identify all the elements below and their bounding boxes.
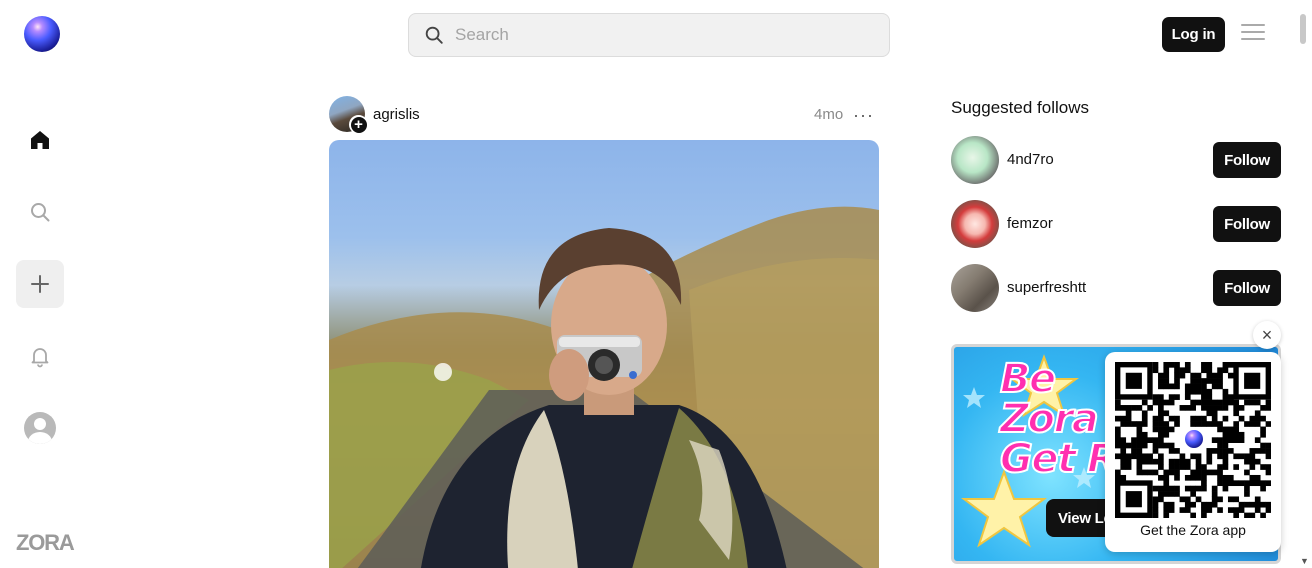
menu-icon[interactable] bbox=[1241, 24, 1265, 44]
suggested-follows-title: Suggested follows bbox=[951, 98, 1089, 117]
scroll-down-arrow[interactable]: ▼ bbox=[1300, 556, 1309, 566]
avatar[interactable] bbox=[951, 136, 999, 184]
post-timestamp: 4mo bbox=[814, 106, 844, 123]
home-icon bbox=[31, 131, 49, 149]
search-icon bbox=[425, 26, 443, 44]
login-button[interactable]: Log in bbox=[1162, 17, 1225, 52]
zora-logo[interactable] bbox=[24, 16, 60, 52]
search-input[interactable] bbox=[455, 25, 855, 45]
bell-icon bbox=[31, 348, 49, 368]
suggested-username[interactable]: femzor bbox=[1007, 215, 1053, 232]
follow-button[interactable]: Follow bbox=[1213, 270, 1281, 306]
follow-plus-icon[interactable]: + bbox=[349, 115, 368, 134]
close-icon[interactable]: × bbox=[1253, 321, 1281, 349]
avatar[interactable] bbox=[951, 264, 999, 312]
suggested-user-row: superfreshtt Follow bbox=[951, 264, 1281, 312]
follow-button[interactable]: Follow bbox=[1213, 142, 1281, 178]
nav-create[interactable] bbox=[16, 260, 64, 308]
qr-caption: Get the Zora app bbox=[1140, 522, 1246, 538]
post-header: + agrislis 4mo ··· bbox=[329, 96, 879, 134]
qr-code-card: Get the Zora app bbox=[1105, 352, 1281, 552]
avatar bbox=[24, 412, 56, 444]
nav-profile[interactable] bbox=[16, 404, 64, 452]
avatar[interactable] bbox=[951, 200, 999, 248]
follow-button[interactable]: Follow bbox=[1213, 206, 1281, 242]
post-username[interactable]: agrislis bbox=[373, 106, 420, 123]
nav-home[interactable] bbox=[16, 116, 64, 164]
search-icon bbox=[31, 203, 50, 222]
search-bar[interactable] bbox=[408, 13, 890, 57]
post-image[interactable] bbox=[329, 140, 879, 568]
plus-icon bbox=[31, 275, 49, 293]
scrollbar[interactable] bbox=[1298, 14, 1308, 44]
more-options-icon[interactable]: ··· bbox=[853, 105, 874, 126]
zora-wordmark[interactable]: ZORA bbox=[16, 530, 75, 556]
nav-notifications[interactable] bbox=[16, 332, 64, 380]
zora-logo bbox=[1183, 428, 1205, 450]
suggested-user-row: femzor Follow bbox=[951, 200, 1281, 248]
suggested-user-row: 4nd7ro Follow bbox=[951, 136, 1281, 184]
suggested-username[interactable]: superfreshtt bbox=[1007, 279, 1086, 296]
suggested-username[interactable]: 4nd7ro bbox=[1007, 151, 1054, 168]
nav-search[interactable] bbox=[16, 188, 64, 236]
